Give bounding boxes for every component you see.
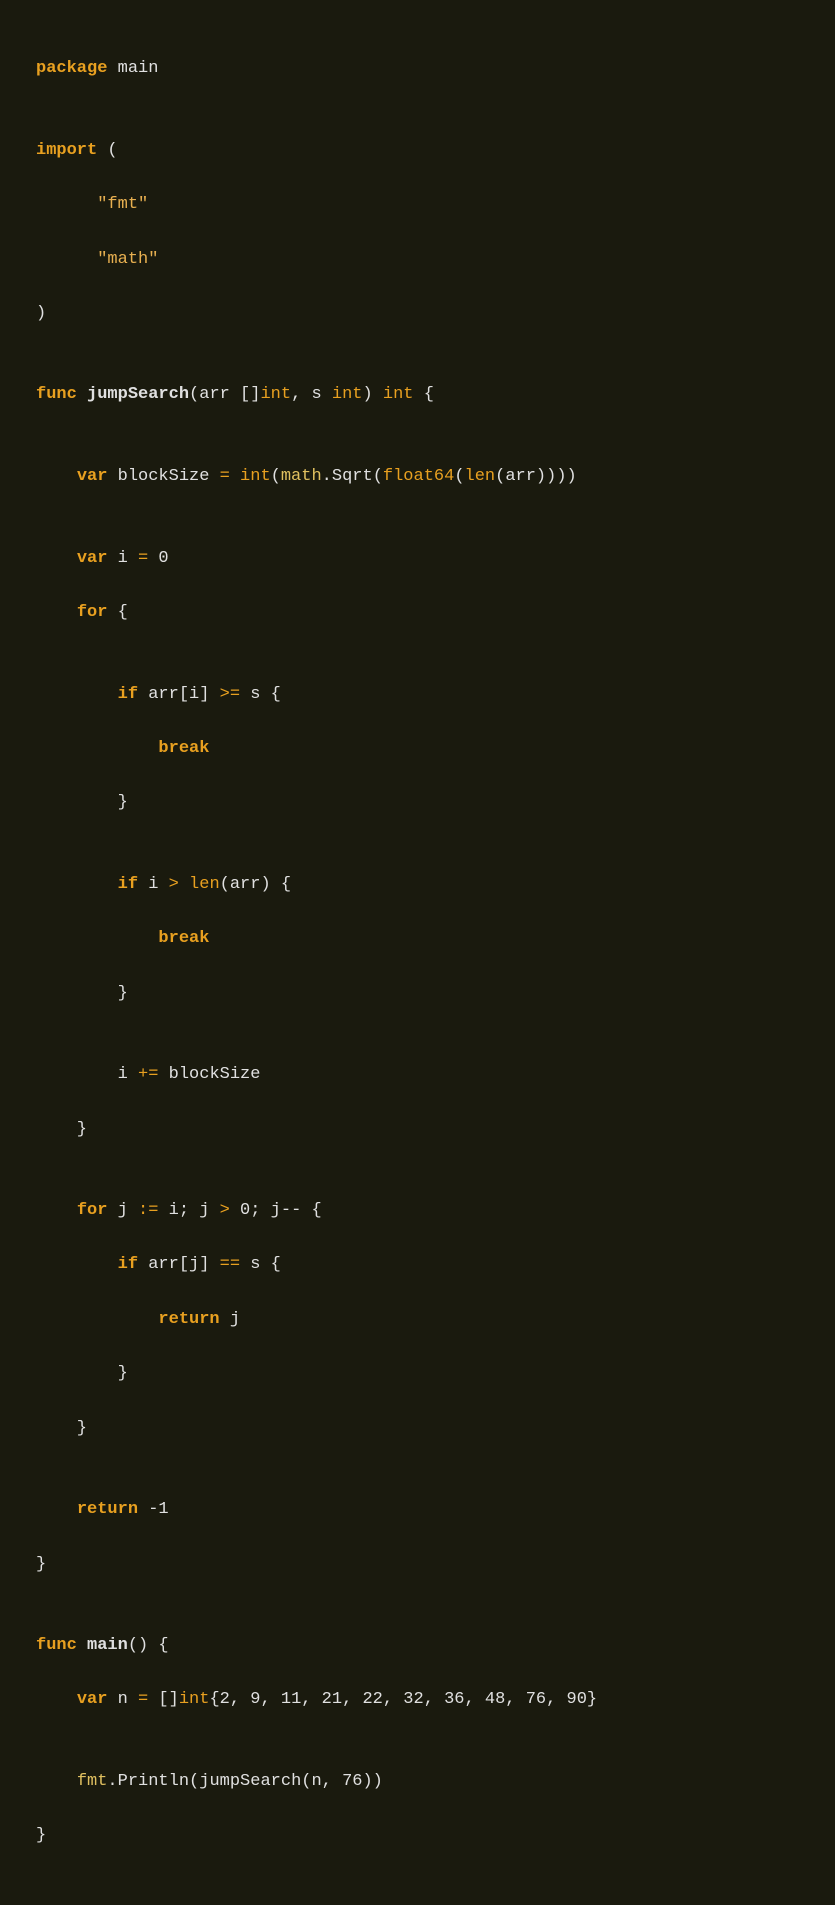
builtin-int: int: [240, 467, 271, 486]
keyword-for-1: for: [77, 603, 108, 622]
line-35: func main() {: [36, 1632, 799, 1659]
line-3: import (: [36, 137, 799, 164]
line-20: break: [36, 925, 799, 952]
keyword-if-2: if: [118, 875, 138, 894]
keyword-var-1: var: [77, 467, 108, 486]
keyword-func-2: func: [36, 1636, 77, 1655]
line-29: }: [36, 1360, 799, 1387]
keyword-if-1: if: [118, 685, 138, 704]
type-int-2: int: [332, 385, 363, 404]
pkg-math: math: [281, 467, 322, 486]
import-fmt: "fmt": [97, 195, 148, 214]
func-name-jumpSearch: jumpSearch: [87, 385, 189, 404]
code-editor: package main import ( "fmt" "math" ) fun…: [36, 28, 799, 1877]
method-sqrt: Sqrt: [332, 467, 373, 486]
line-32: return -1: [36, 1496, 799, 1523]
line-36: var n = []int{2, 9, 11, 21, 22, 32, 36, …: [36, 1686, 799, 1713]
line-28: return j: [36, 1306, 799, 1333]
line-21: }: [36, 980, 799, 1007]
keyword-break-1: break: [158, 739, 209, 758]
line-27: if arr[j] == s {: [36, 1251, 799, 1278]
type-int-1: int: [260, 385, 291, 404]
keyword-var-3: var: [77, 1690, 108, 1709]
line-38: fmt.Println(jumpSearch(n, 76)): [36, 1768, 799, 1795]
line-4: "fmt": [36, 191, 799, 218]
type-int-slice: int: [179, 1690, 210, 1709]
line-26: for j := i; j > 0; j-- {: [36, 1197, 799, 1224]
line-30: }: [36, 1415, 799, 1442]
line-5: "math": [36, 246, 799, 273]
keyword-if-3: if: [118, 1255, 138, 1274]
builtin-float64: float64: [383, 467, 454, 486]
line-8: func jumpSearch(arr []int, s int) int {: [36, 381, 799, 408]
line-19: if i > len(arr) {: [36, 871, 799, 898]
line-10: var blockSize = int(math.Sqrt(float64(le…: [36, 463, 799, 490]
keyword-return-2: return: [77, 1500, 138, 1519]
func-name-main: main: [87, 1636, 128, 1655]
keyword-break-2: break: [158, 929, 209, 948]
builtin-len-2: len: [189, 875, 220, 894]
type-int-return: int: [383, 385, 414, 404]
line-39: }: [36, 1822, 799, 1849]
line-33: }: [36, 1551, 799, 1578]
keyword-import: import: [36, 141, 97, 160]
keyword-func-1: func: [36, 385, 77, 404]
keyword-return-1: return: [158, 1310, 219, 1329]
line-24: }: [36, 1116, 799, 1143]
line-16: break: [36, 735, 799, 762]
keyword-package: package: [36, 59, 107, 78]
line-13: for {: [36, 599, 799, 626]
builtin-len-1: len: [465, 467, 496, 486]
keyword-for-2: for: [77, 1201, 108, 1220]
line-17: }: [36, 789, 799, 816]
line-6: ): [36, 300, 799, 327]
line-12: var i = 0: [36, 545, 799, 572]
line-1: package main: [36, 55, 799, 82]
pkg-fmt: fmt: [77, 1772, 108, 1791]
method-println: Println: [118, 1772, 189, 1791]
line-23: i += blockSize: [36, 1061, 799, 1088]
line-15: if arr[i] >= s {: [36, 681, 799, 708]
import-math: "math": [97, 250, 158, 269]
keyword-var-2: var: [77, 549, 108, 568]
